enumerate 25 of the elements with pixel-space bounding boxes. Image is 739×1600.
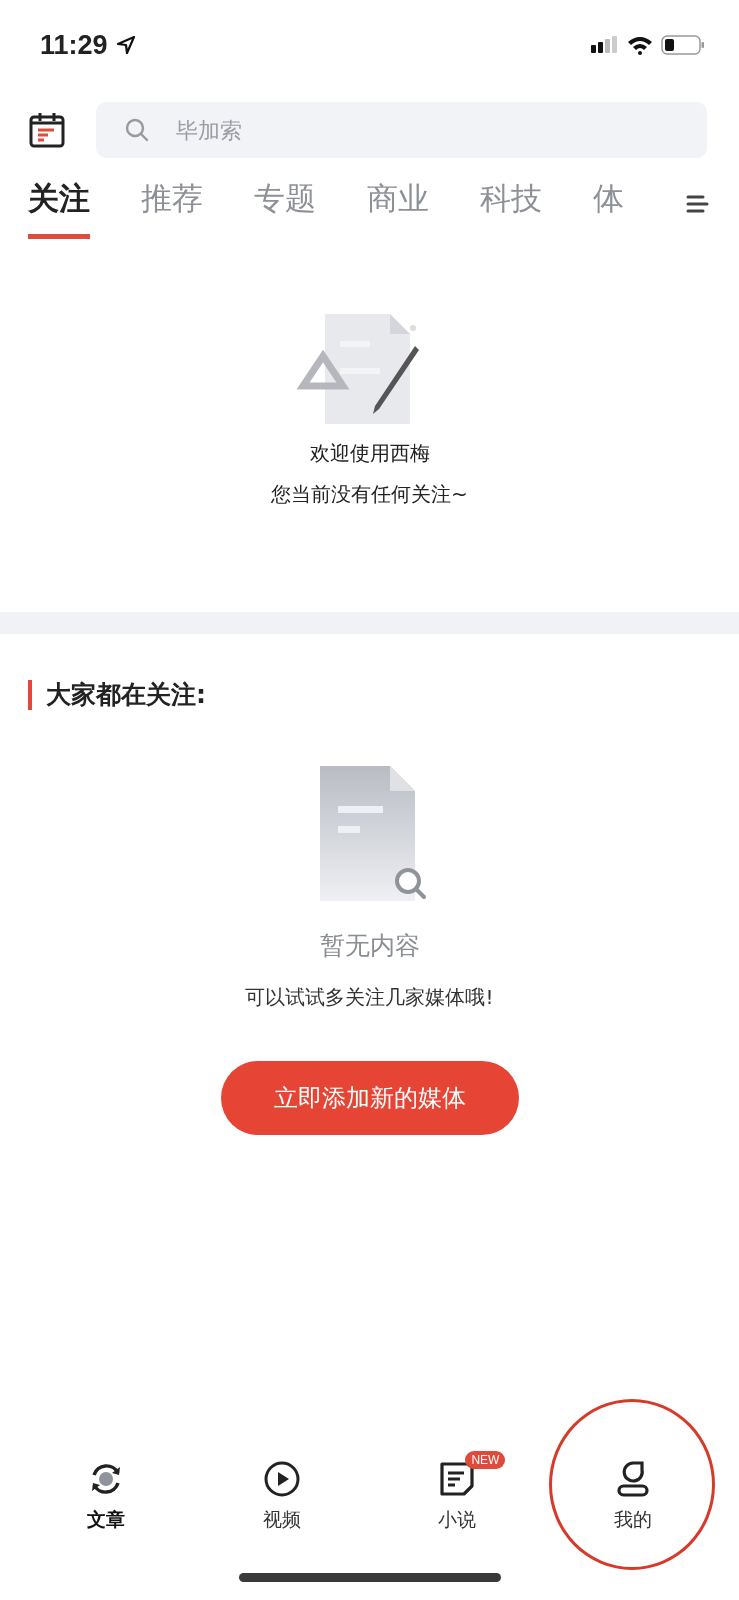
welcome-subtitle: 您当前没有任何关注~ xyxy=(271,481,468,508)
category-tab[interactable]: 推荐 xyxy=(141,169,203,239)
new-badge: NEW xyxy=(465,1451,506,1469)
category-tab[interactable]: 科技 xyxy=(480,169,542,239)
calendar-icon[interactable] xyxy=(28,111,66,149)
battery-icon xyxy=(661,34,705,56)
add-media-button[interactable]: 立即添加新的媒体 xyxy=(220,1061,519,1135)
nav-item[interactable]: 视频 xyxy=(261,1459,302,1533)
location-arrow-icon xyxy=(115,35,136,55)
category-tab[interactable]: 体 xyxy=(593,169,624,239)
category-tab[interactable]: 商业 xyxy=(367,169,429,239)
search-icon xyxy=(124,117,150,143)
search-field[interactable]: 毕加索 xyxy=(96,102,707,158)
nav-item[interactable]: 文章 xyxy=(85,1459,126,1533)
category-tab[interactable]: 专题 xyxy=(254,169,316,239)
status-time: 11:29 xyxy=(40,29,108,61)
empty-title: 暂无内容 xyxy=(319,930,420,962)
empty-hint: 可以试试多关注几家媒体哦! xyxy=(245,984,494,1011)
nav-item[interactable]: 我的 xyxy=(613,1459,654,1533)
section-heading: 大家都在关注: xyxy=(46,679,206,711)
accent-bar xyxy=(28,679,32,710)
welcome-title: 欢迎使用西梅 xyxy=(309,440,430,467)
signal-icon xyxy=(591,35,619,55)
wifi-icon xyxy=(627,35,653,55)
category-tab[interactable]: 关注 xyxy=(28,169,90,239)
